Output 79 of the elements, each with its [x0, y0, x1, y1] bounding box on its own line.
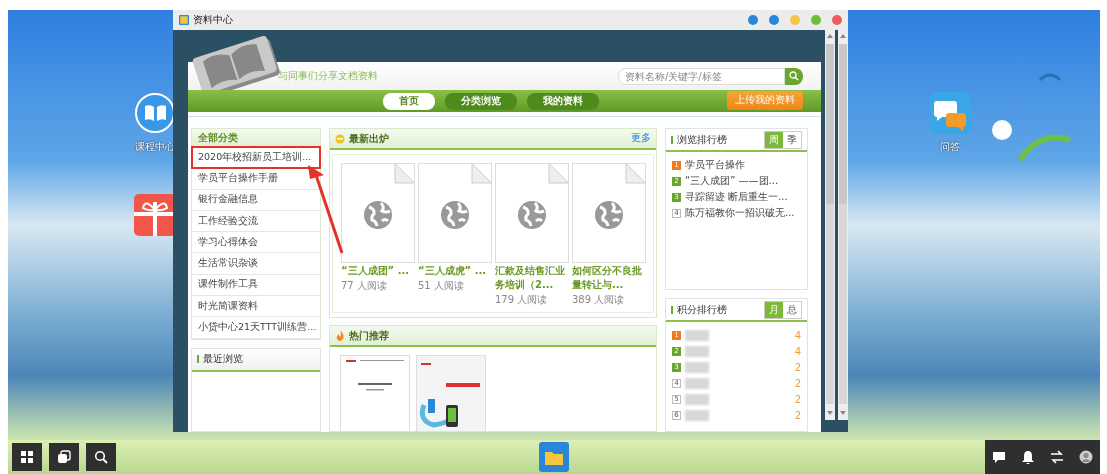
- document-title[interactable]: “三人成团” ...: [341, 264, 415, 278]
- read-count: 389 人阅读: [572, 293, 626, 307]
- nav-tab[interactable]: 首页: [383, 92, 435, 110]
- score: 2: [794, 361, 801, 373]
- taskbar-app-button[interactable]: [539, 442, 569, 472]
- document-thumbnail[interactable]: [341, 163, 415, 263]
- search-button[interactable]: [86, 443, 116, 471]
- poster-thumbnail[interactable]: [416, 355, 486, 431]
- title-marker: [671, 305, 673, 314]
- category-item[interactable]: 2020年校招新员工培训...: [192, 147, 320, 169]
- close-button[interactable]: [832, 15, 842, 25]
- more-link[interactable]: 更多: [631, 132, 651, 145]
- ranking-item[interactable]: “三人成团” ——团...: [685, 174, 779, 188]
- score: 2: [794, 409, 801, 421]
- maximize-button[interactable]: [811, 15, 821, 25]
- transfer-icon: [1049, 450, 1064, 464]
- nav-tab[interactable]: 我的资料: [527, 92, 599, 110]
- chat-icon[interactable]: [929, 92, 971, 134]
- read-count: 51 人阅读: [418, 279, 465, 293]
- category-header: 全部分类: [192, 129, 320, 147]
- title-marker: [671, 135, 673, 144]
- category-item[interactable]: 银行金融信息: [192, 189, 320, 211]
- windows-icon: [57, 450, 71, 464]
- windows-button[interactable]: [49, 443, 79, 471]
- slogan: 与同事们分享文档资料: [278, 69, 379, 83]
- read-count: 179 人阅读: [495, 293, 549, 307]
- document-thumbnail[interactable]: [340, 355, 410, 431]
- blurred-name: [685, 329, 709, 341]
- category-item[interactable]: 课件制作工具: [192, 274, 320, 297]
- avatar-icon: [1078, 450, 1093, 464]
- nav-tab[interactable]: 分类浏览: [445, 92, 517, 110]
- title-marker: [197, 355, 199, 364]
- search-icon: [789, 71, 799, 81]
- read-count: 77 人阅读: [341, 279, 388, 293]
- panel-title: 最近浏览: [203, 352, 243, 367]
- search-field[interactable]: 资料名称/关键字/标签: [618, 67, 785, 85]
- coin-icon: [335, 133, 345, 144]
- category-item[interactable]: 学习心得体会: [192, 232, 320, 254]
- search-icon: [94, 450, 108, 464]
- window-title: 资料中心: [193, 13, 234, 27]
- avatar-button[interactable]: [1078, 450, 1093, 464]
- blurred-name: [685, 377, 709, 389]
- blurred-name: [685, 409, 709, 421]
- category-item[interactable]: 小贷中心21天TTT训练营...: [192, 317, 320, 339]
- message-icon: [992, 450, 1007, 464]
- ranking-item[interactable]: 学员平台操作: [685, 158, 745, 172]
- flame-icon: [335, 329, 345, 342]
- blurred-name: [685, 345, 709, 357]
- ranking-item[interactable]: 陈万福教你一招识破无...: [685, 206, 795, 220]
- blurred-name: [685, 361, 709, 373]
- apps-button[interactable]: [12, 443, 42, 471]
- document-title[interactable]: 如何区分不良批量转让与...: [572, 264, 646, 292]
- document-thumbnail[interactable]: [572, 163, 646, 263]
- ranking-item[interactable]: 寻踪留迹 断后重生一...: [685, 190, 788, 204]
- panel-title: 热门推荐: [349, 328, 389, 343]
- scrollbar[interactable]: [838, 30, 848, 420]
- gift-icon[interactable]: [134, 194, 176, 236]
- panel-title: 积分排行榜: [677, 302, 728, 317]
- score: 4: [794, 345, 801, 357]
- transfer-button[interactable]: [1049, 450, 1064, 464]
- bell-button[interactable]: [1021, 450, 1036, 464]
- document-title[interactable]: “三人成虎” ...: [418, 264, 492, 278]
- scrollbar[interactable]: [825, 30, 835, 420]
- document-thumbnail[interactable]: [495, 163, 569, 263]
- document-thumbnail[interactable]: [418, 163, 492, 263]
- book-icon[interactable]: [134, 92, 176, 134]
- panel-title: 最新出炉: [349, 131, 389, 146]
- grid-icon: [20, 450, 34, 464]
- score: 2: [794, 377, 801, 389]
- bell-icon: [1021, 450, 1036, 464]
- message-button[interactable]: [992, 450, 1007, 464]
- app-icon: [179, 15, 189, 25]
- category-item[interactable]: 生活常识杂谈: [192, 253, 320, 275]
- panel-title: 浏览排行榜: [677, 132, 728, 147]
- score: 2: [794, 393, 801, 405]
- blurred-name: [685, 393, 709, 405]
- score: 4: [794, 329, 801, 341]
- category-item[interactable]: 工作经验交流: [192, 210, 320, 233]
- category-item[interactable]: 时光简课资料: [192, 296, 320, 318]
